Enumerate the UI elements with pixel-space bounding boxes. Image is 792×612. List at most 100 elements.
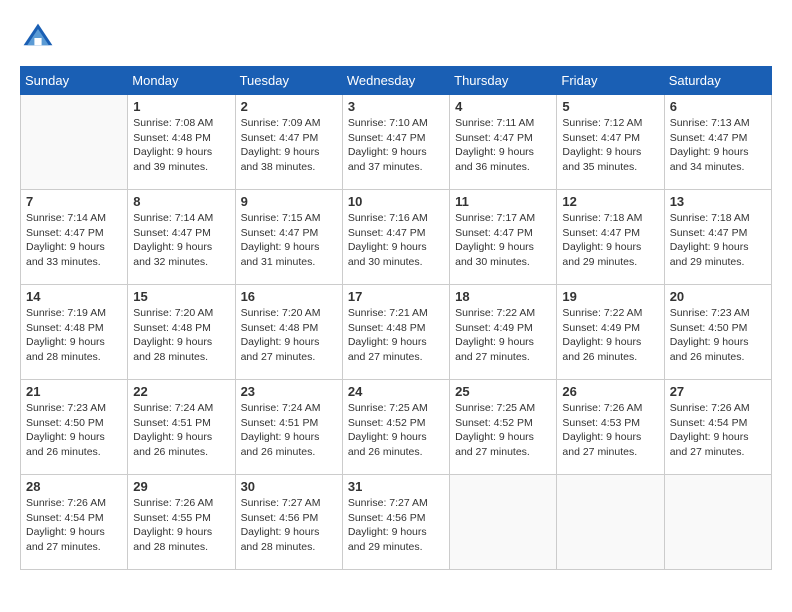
calendar-cell: 16Sunrise: 7:20 AMSunset: 4:48 PMDayligh… xyxy=(235,285,342,380)
weekday-label: Tuesday xyxy=(235,67,342,95)
day-info: Sunrise: 7:27 AMSunset: 4:56 PMDaylight:… xyxy=(348,496,444,555)
calendar-cell: 15 Sunrise: 7:20 AMSunset: 4:48 PMDayligh… xyxy=(128,285,235,380)
weekday-header-row: SundayMondayTuesdayWednesdayThursdayFrid… xyxy=(21,67,772,95)
day-info: Sunrise: 7:25 AMSunset: 4:52 PMDaylight:… xyxy=(455,401,551,460)
logo xyxy=(20,20,60,56)
day-number: 21 xyxy=(26,384,122,399)
day-number: 12 xyxy=(562,194,658,209)
calendar-cell: 17Sunrise: 7:21 AMSunset: 4:48 PMDayligh… xyxy=(342,285,449,380)
calendar-cell: 5 Sunrise: 7:12 AMSunset: 4:47 PMDaylight… xyxy=(557,95,664,190)
day-number: 7 xyxy=(26,194,122,209)
day-number: 9 xyxy=(241,194,337,209)
day-info: Sunrise: 7:26 AMSunset: 4:54 PMDaylight:… xyxy=(26,496,122,555)
day-number: 11 xyxy=(455,194,551,209)
logo-icon xyxy=(20,20,56,56)
day-number: 23 xyxy=(241,384,337,399)
calendar-cell xyxy=(557,475,664,570)
day-info: Sunrise: 7:27 AMSunset: 4:56 PMDaylight:… xyxy=(241,496,337,555)
weekday-label: Wednesday xyxy=(342,67,449,95)
calendar-cell: 14 Sunrise: 7:19 AMSunset: 4:48 PMDayligh… xyxy=(21,285,128,380)
calendar-cell xyxy=(21,95,128,190)
weekday-label: Sunday xyxy=(21,67,128,95)
calendar-week-row: 14 Sunrise: 7:19 AMSunset: 4:48 PMDayligh… xyxy=(21,285,772,380)
day-number: 10 xyxy=(348,194,444,209)
day-number: 31 xyxy=(348,479,444,494)
calendar-cell: 9 Sunrise: 7:15 AMSunset: 4:47 PMDaylight… xyxy=(235,190,342,285)
day-number: 17 xyxy=(348,289,444,304)
day-info: Sunrise: 7:23 AMSunset: 4:50 PMDaylight:… xyxy=(26,401,122,460)
day-number: 16 xyxy=(241,289,337,304)
day-number: 5 xyxy=(562,99,658,114)
day-number: 27 xyxy=(670,384,766,399)
day-info: Sunrise: 7:13 AMSunset: 4:47 PMDaylight:… xyxy=(670,116,766,175)
weekday-label: Monday xyxy=(128,67,235,95)
day-number: 8 xyxy=(133,194,229,209)
calendar-cell: 6 Sunrise: 7:13 AMSunset: 4:47 PMDaylight… xyxy=(664,95,771,190)
calendar-cell: 24 Sunrise: 7:25 AMSunset: 4:52 PMDayligh… xyxy=(342,380,449,475)
day-info: Sunrise: 7:24 AMSunset: 4:51 PMDaylight:… xyxy=(241,401,337,460)
day-info: Sunrise: 7:09 AMSunset: 4:47 PMDaylight:… xyxy=(241,116,337,175)
day-info: Sunrise: 7:16 AMSunset: 4:47 PMDaylight:… xyxy=(348,211,444,270)
calendar-cell: 11 Sunrise: 7:17 AMSunset: 4:47 PMDayligh… xyxy=(450,190,557,285)
calendar-cell: 1 Sunrise: 7:08 AMSunset: 4:48 PMDaylight… xyxy=(128,95,235,190)
calendar-cell: 10 Sunrise: 7:16 AMSunset: 4:47 PMDayligh… xyxy=(342,190,449,285)
calendar-cell: 27 Sunrise: 7:26 AMSunset: 4:54 PMDayligh… xyxy=(664,380,771,475)
day-number: 4 xyxy=(455,99,551,114)
calendar-body: 1 Sunrise: 7:08 AMSunset: 4:48 PMDaylight… xyxy=(21,95,772,570)
day-number: 19 xyxy=(562,289,658,304)
calendar-cell: 12Sunrise: 7:18 AMSunset: 4:47 PMDayligh… xyxy=(557,190,664,285)
calendar-week-row: 28 Sunrise: 7:26 AMSunset: 4:54 PMDayligh… xyxy=(21,475,772,570)
calendar-cell: 8 Sunrise: 7:14 AMSunset: 4:47 PMDaylight… xyxy=(128,190,235,285)
calendar-cell: 23 Sunrise: 7:24 AMSunset: 4:51 PMDayligh… xyxy=(235,380,342,475)
calendar-cell xyxy=(664,475,771,570)
calendar-cell: 26Sunrise: 7:26 AMSunset: 4:53 PMDayligh… xyxy=(557,380,664,475)
day-info: Sunrise: 7:22 AMSunset: 4:49 PMDaylight:… xyxy=(455,306,551,365)
weekday-label: Thursday xyxy=(450,67,557,95)
calendar-cell: 30Sunrise: 7:27 AMSunset: 4:56 PMDayligh… xyxy=(235,475,342,570)
calendar-cell: 13 Sunrise: 7:18 AMSunset: 4:47 PMDayligh… xyxy=(664,190,771,285)
weekday-label: Saturday xyxy=(664,67,771,95)
day-info: Sunrise: 7:24 AMSunset: 4:51 PMDaylight:… xyxy=(133,401,229,460)
day-info: Sunrise: 7:08 AMSunset: 4:48 PMDaylight:… xyxy=(133,116,229,175)
day-info: Sunrise: 7:14 AMSunset: 4:47 PMDaylight:… xyxy=(26,211,122,270)
day-info: Sunrise: 7:26 AMSunset: 4:53 PMDaylight:… xyxy=(562,401,658,460)
calendar-cell: 31 Sunrise: 7:27 AMSunset: 4:56 PMDayligh… xyxy=(342,475,449,570)
day-info: Sunrise: 7:25 AMSunset: 4:52 PMDaylight:… xyxy=(348,401,444,460)
day-number: 24 xyxy=(348,384,444,399)
day-info: Sunrise: 7:12 AMSunset: 4:47 PMDaylight:… xyxy=(562,116,658,175)
day-info: Sunrise: 7:26 AMSunset: 4:55 PMDaylight:… xyxy=(133,496,229,555)
day-number: 14 xyxy=(26,289,122,304)
day-number: 25 xyxy=(455,384,551,399)
day-info: Sunrise: 7:17 AMSunset: 4:47 PMDaylight:… xyxy=(455,211,551,270)
day-number: 20 xyxy=(670,289,766,304)
day-number: 28 xyxy=(26,479,122,494)
day-number: 15 xyxy=(133,289,229,304)
calendar-week-row: 7 Sunrise: 7:14 AMSunset: 4:47 PMDaylight… xyxy=(21,190,772,285)
calendar-cell: 22Sunrise: 7:24 AMSunset: 4:51 PMDayligh… xyxy=(128,380,235,475)
day-number: 1 xyxy=(133,99,229,114)
day-number: 6 xyxy=(670,99,766,114)
calendar: SundayMondayTuesdayWednesdayThursdayFrid… xyxy=(20,66,772,570)
calendar-cell xyxy=(450,475,557,570)
calendar-cell: 28 Sunrise: 7:26 AMSunset: 4:54 PMDayligh… xyxy=(21,475,128,570)
calendar-cell: 20 Sunrise: 7:23 AMSunset: 4:50 PMDayligh… xyxy=(664,285,771,380)
calendar-cell: 3Sunrise: 7:10 AMSunset: 4:47 PMDaylight… xyxy=(342,95,449,190)
day-info: Sunrise: 7:15 AMSunset: 4:47 PMDaylight:… xyxy=(241,211,337,270)
day-info: Sunrise: 7:26 AMSunset: 4:54 PMDaylight:… xyxy=(670,401,766,460)
day-number: 18 xyxy=(455,289,551,304)
day-info: Sunrise: 7:18 AMSunset: 4:47 PMDaylight:… xyxy=(670,211,766,270)
day-number: 2 xyxy=(241,99,337,114)
day-info: Sunrise: 7:11 AMSunset: 4:47 PMDaylight:… xyxy=(455,116,551,175)
calendar-cell: 18 Sunrise: 7:22 AMSunset: 4:49 PMDayligh… xyxy=(450,285,557,380)
day-info: Sunrise: 7:10 AMSunset: 4:47 PMDaylight:… xyxy=(348,116,444,175)
day-number: 29 xyxy=(133,479,229,494)
day-info: Sunrise: 7:23 AMSunset: 4:50 PMDaylight:… xyxy=(670,306,766,365)
day-number: 13 xyxy=(670,194,766,209)
weekday-label: Friday xyxy=(557,67,664,95)
day-info: Sunrise: 7:22 AMSunset: 4:49 PMDaylight:… xyxy=(562,306,658,365)
day-info: Sunrise: 7:20 AMSunset: 4:48 PMDaylight:… xyxy=(133,306,229,365)
day-info: Sunrise: 7:14 AMSunset: 4:47 PMDaylight:… xyxy=(133,211,229,270)
calendar-cell: 4 Sunrise: 7:11 AMSunset: 4:47 PMDaylight… xyxy=(450,95,557,190)
calendar-cell: 29 Sunrise: 7:26 AMSunset: 4:55 PMDayligh… xyxy=(128,475,235,570)
day-info: Sunrise: 7:19 AMSunset: 4:48 PMDaylight:… xyxy=(26,306,122,365)
